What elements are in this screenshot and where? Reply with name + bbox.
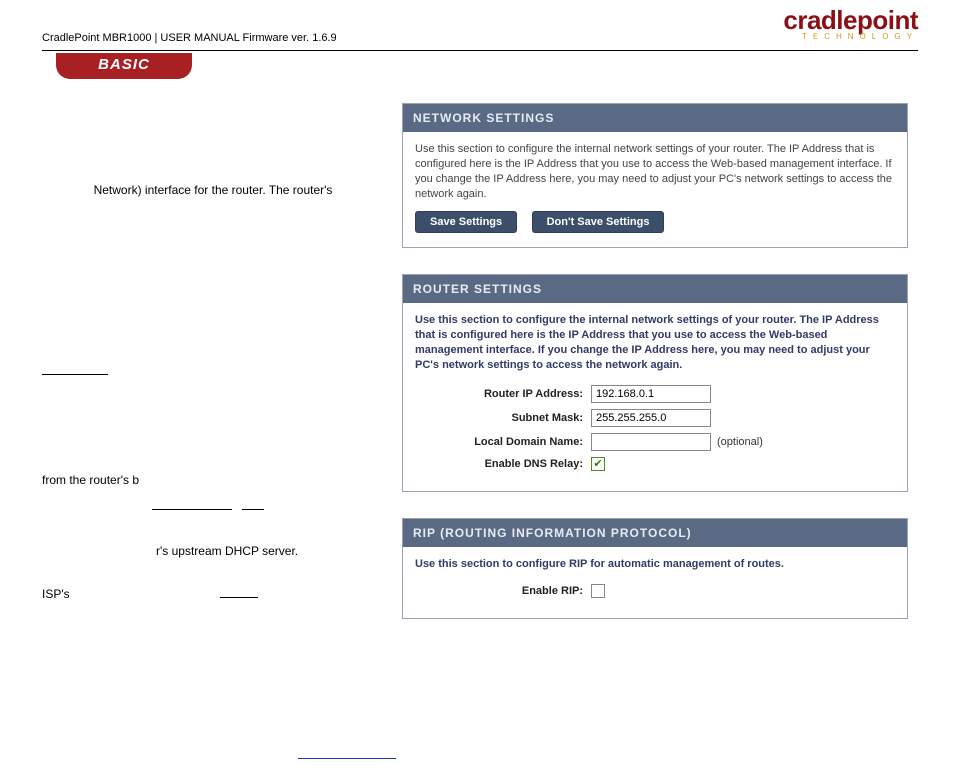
- panel-router-settings: ROUTER SETTINGS Use this section to conf…: [402, 274, 908, 491]
- section-tab-basic: BASIC: [56, 53, 192, 79]
- enable-rip-checkbox[interactable]: [591, 584, 605, 598]
- local-domain-input[interactable]: [591, 433, 711, 451]
- subnet-mask-label: Subnet Mask:: [415, 412, 583, 424]
- logo-sub: TECHNOLOGY: [785, 33, 918, 41]
- body-fragment: ISP's: [42, 585, 384, 604]
- body-fragment: r's upstream DHCP server.: [42, 542, 384, 561]
- enable-rip-label: Enable RIP:: [415, 585, 583, 597]
- logo-main: cradlepoint: [783, 8, 918, 33]
- panel-description: Use this section to configure the intern…: [415, 313, 895, 372]
- brand-logo: cradlepoint TECHNOLOGY: [783, 8, 918, 40]
- panel-title: NETWORK SETTINGS: [403, 104, 907, 132]
- body-fragment: from the router's b: [42, 471, 384, 490]
- enable-dns-relay-label: Enable DNS Relay:: [415, 458, 583, 470]
- panel-description: Use this section to configure the intern…: [415, 142, 895, 201]
- local-domain-label: Local Domain Name:: [415, 436, 583, 448]
- subnet-mask-input[interactable]: [591, 409, 711, 427]
- panel-title: RIP (ROUTING INFORMATION PROTOCOL): [403, 519, 907, 547]
- save-settings-button[interactable]: Save Settings: [415, 211, 517, 233]
- router-ip-input[interactable]: [591, 385, 711, 403]
- panel-description: Use this section to configure RIP for au…: [415, 557, 895, 572]
- router-ip-label: Router IP Address:: [415, 388, 583, 400]
- header-rule: [42, 50, 918, 51]
- panel-rip: RIP (ROUTING INFORMATION PROTOCOL) Use t…: [402, 518, 908, 619]
- enable-dns-relay-checkbox[interactable]: ✔: [591, 457, 605, 471]
- panel-network-settings: NETWORK SETTINGS Use this section to con…: [402, 103, 908, 248]
- right-column: NETWORK SETTINGS Use this section to con…: [402, 103, 908, 771]
- optional-hint: (optional): [717, 436, 763, 448]
- left-column: Network) interface for the router. The r…: [42, 103, 402, 771]
- dont-save-settings-button[interactable]: Don't Save Settings: [532, 211, 665, 233]
- panel-title: ROUTER SETTINGS: [403, 275, 907, 303]
- body-fragment: Network) interface for the router. The r…: [42, 181, 384, 200]
